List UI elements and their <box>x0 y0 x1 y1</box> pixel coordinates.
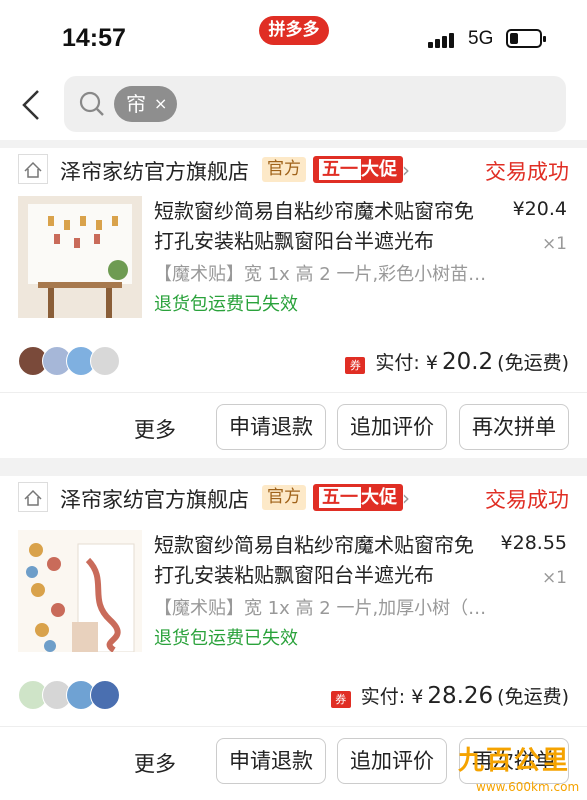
order-status: 交易成功 <box>485 488 569 512</box>
coupon-icon: 券 <box>330 691 351 708</box>
add-review-button[interactable]: 追加评价 <box>337 738 447 784</box>
search-header: 帘 × <box>0 70 587 140</box>
product-quantity: ×1 <box>541 234 567 254</box>
divider <box>0 392 587 393</box>
product-thumbnail[interactable] <box>18 196 142 318</box>
shop-name: 泽帘家纺官方旗舰店 <box>60 160 249 184</box>
paid-amount: 20.2 <box>441 349 494 375</box>
buyer-avatars <box>18 680 128 710</box>
paid-amount-row: 券 实付: ¥ 28.26 (免运费) <box>330 682 569 709</box>
shipping-note: (免运费) <box>497 686 569 708</box>
refund-button[interactable]: 申请退款 <box>216 738 326 784</box>
order-status: 交易成功 <box>485 160 569 184</box>
return-shipping-notice: 退货包运费已失效 <box>154 294 298 315</box>
avatar <box>90 346 120 376</box>
divider <box>0 726 587 727</box>
watermark-url: www.600km.com <box>476 780 580 794</box>
status-time: 14:57 <box>62 24 126 52</box>
search-keyword-chip[interactable]: 帘 × <box>114 86 178 122</box>
coupon-icon: 券 <box>345 357 366 374</box>
paid-amount-row: 券 实付: ¥ 20.2 (免运费) <box>345 348 569 375</box>
product-price: ¥20.4 <box>512 198 567 220</box>
product-title[interactable]: 短款窗纱简易自粘纱帘魔术贴窗帘免打孔安装粘贴飘窗阳台半遮光布 <box>154 196 484 256</box>
product-spec: 【魔术贴】宽 1x 高 2 一片,加厚小树（… <box>154 598 487 619</box>
buyer-avatars <box>18 346 128 376</box>
signal-icon <box>428 32 460 48</box>
order-card[interactable]: 泽帘家纺官方旗舰店 官方 五一 大促 › 交易成功 短款窗纱简易自粘纱帘魔术贴窗帘… <box>0 148 587 458</box>
battery-icon <box>506 29 546 48</box>
paid-amount: 28.26 <box>427 683 494 709</box>
network-type: 5G <box>468 28 494 49</box>
search-keyword: 帘 <box>126 92 146 116</box>
official-tag: 官方 <box>262 485 306 510</box>
shipping-note: (免运费) <box>497 352 569 374</box>
status-bar: 14:57 拼多多 5G <box>0 0 587 70</box>
product-thumbnail[interactable] <box>18 530 142 652</box>
product-title[interactable]: 短款窗纱简易自粘纱帘魔术贴窗帘免打孔安装粘贴飘窗阳台半遮光布 <box>154 530 484 590</box>
promo-tag: 五一 大促 <box>313 484 403 511</box>
shop-name: 泽帘家纺官方旗舰店 <box>60 488 249 512</box>
add-review-button[interactable]: 追加评价 <box>337 404 447 450</box>
search-icon <box>79 91 104 116</box>
paid-label: 实付: ¥ <box>375 352 438 374</box>
reorder-button[interactable]: 再次拼单 <box>459 404 569 450</box>
refund-button[interactable]: 申请退款 <box>216 404 326 450</box>
shop-logo <box>18 154 48 184</box>
paid-label: 实付: ¥ <box>360 686 424 708</box>
promo-tag: 五一 大促 <box>313 156 403 183</box>
return-shipping-notice: 退货包运费已失效 <box>154 628 298 649</box>
product-price: ¥28.55 <box>500 532 567 554</box>
order-actions: 更多 申请退款 追加评价 再次拼单 <box>0 404 587 452</box>
official-tag: 官方 <box>262 157 306 182</box>
more-button[interactable]: 更多 <box>134 748 176 778</box>
chevron-right-icon: › <box>402 158 410 182</box>
shop-logo <box>18 482 48 512</box>
watermark: 九百公里 www.600km.com <box>454 740 587 800</box>
more-button[interactable]: 更多 <box>134 414 176 444</box>
watermark-logo: 九百公里 <box>458 746 571 776</box>
product-spec: 【魔术贴】宽 1x 高 2 一片,彩色小树苗… <box>154 264 487 285</box>
avatar <box>90 680 120 710</box>
back-arrow-icon[interactable] <box>18 88 44 122</box>
product-quantity: ×1 <box>541 568 567 588</box>
chevron-right-icon: › <box>402 486 410 510</box>
app-name-pill: 拼多多 <box>259 16 329 45</box>
chip-close-icon[interactable]: × <box>154 86 167 122</box>
search-input[interactable]: 帘 × <box>64 76 566 132</box>
shop-row[interactable]: 泽帘家纺官方旗舰店 官方 五一 大促 › 交易成功 <box>0 476 587 520</box>
shop-row[interactable]: 泽帘家纺官方旗舰店 官方 五一 大促 › 交易成功 <box>0 148 587 192</box>
